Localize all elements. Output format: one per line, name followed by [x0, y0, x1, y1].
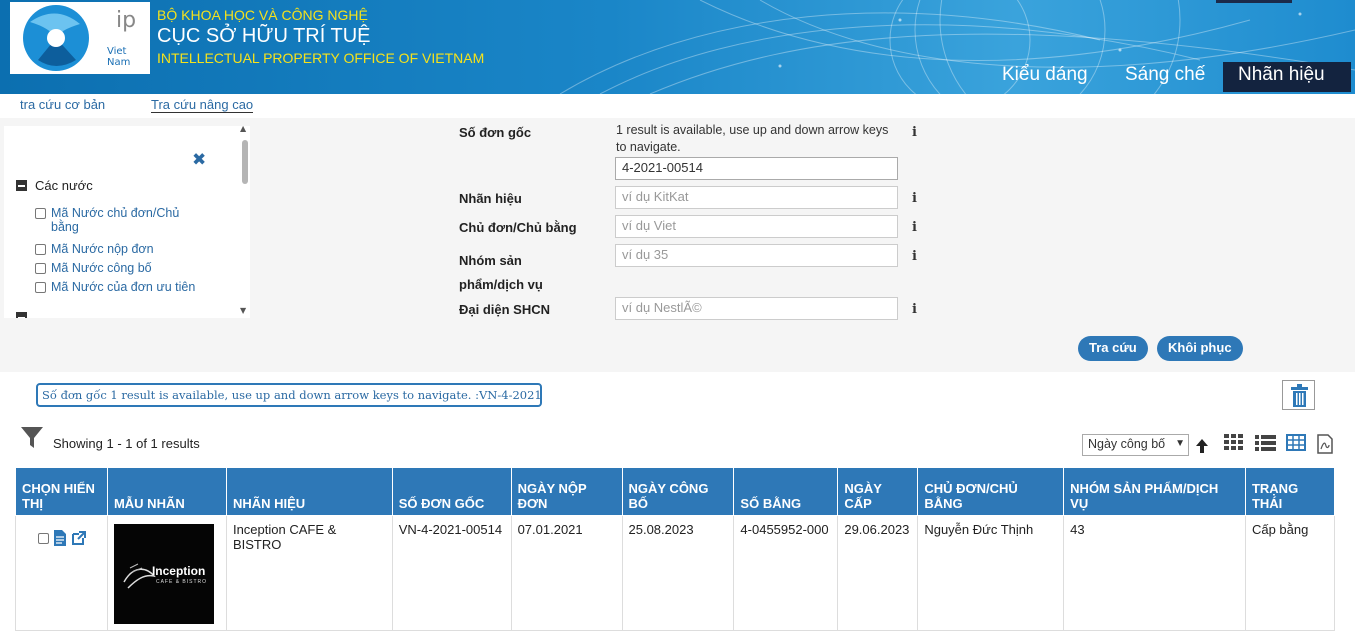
- label-owner: Chủ đơn/Chủ bằng: [459, 220, 577, 235]
- trademark-logo-image[interactable]: Inception CAFE & BISTRO: [113, 524, 214, 624]
- filter-item-publication-country[interactable]: Mã Nước công bố: [35, 261, 152, 275]
- application-number-cell[interactable]: VN-4-2021-00514: [391, 515, 512, 631]
- office-name: CỤC SỞ HỮU TRÍ TUỆ: [157, 25, 371, 47]
- list-view-icon[interactable]: [1255, 434, 1276, 452]
- representative-input[interactable]: ví dụ NestlÃ©: [615, 297, 898, 320]
- filter-item-label[interactable]: Mã Nước chủ đơn/Chủ bằng: [51, 206, 201, 234]
- label-trademark: Nhãn hiệu: [459, 191, 522, 206]
- table-view-icon[interactable]: [1286, 434, 1306, 452]
- col-trademark[interactable]: NHÃN HIỆU: [225, 467, 393, 516]
- trash-icon: [1291, 384, 1308, 407]
- col-select-display: CHỌN HIỂN THỊ: [15, 467, 108, 516]
- info-icon[interactable]: i: [912, 249, 917, 264]
- sort-select[interactable]: Ngày công bố ▼: [1082, 434, 1189, 456]
- owner-input[interactable]: ví dụ Viet: [615, 215, 898, 238]
- mark-subtext: CAFE & BISTRO: [155, 579, 208, 585]
- site-header: ip Viet Nam BỘ KHOA HỌC VÀ CÔNG NGHỆ CỤC…: [0, 0, 1355, 94]
- pdf-icon[interactable]: [1316, 434, 1334, 454]
- grant-date-cell: 29.06.2023: [837, 515, 919, 631]
- active-filter-chip: Số đơn gốc 1 result is available, use up…: [36, 383, 542, 407]
- autocomplete-hint: 1 result is available, use up and down a…: [616, 123, 889, 154]
- col-mark-image: MẪU NHÃN: [106, 467, 227, 516]
- filter-item-label[interactable]: Mã Nước của đơn ưu tiên: [51, 280, 195, 294]
- filter-item-label[interactable]: Mã Nước nộp đơn: [51, 242, 154, 256]
- filter-item-filing-country[interactable]: Mã Nước nộp đơn: [35, 242, 154, 256]
- results-count: Showing 1 - 1 of 1 results: [53, 436, 200, 451]
- scroll-thumb[interactable]: [242, 140, 248, 184]
- row-checkbox[interactable]: [38, 532, 49, 544]
- filter-item-priority-country[interactable]: Mã Nước của đơn ưu tiên: [35, 280, 195, 294]
- filter-item-owner-country[interactable]: Mã Nước chủ đơn/Chủ bằng: [35, 206, 205, 234]
- tab-nhan-hieu[interactable]: Nhãn hiệu: [1223, 62, 1351, 92]
- search-button[interactable]: Tra cứu: [1078, 336, 1148, 361]
- checkbox[interactable]: [35, 244, 46, 255]
- logo-country-text: Viet Nam: [107, 46, 131, 68]
- checkbox[interactable]: [35, 208, 46, 219]
- table-header-row: CHỌN HIỂN THỊ MẪU NHÃN NHÃN HIỆU SỐ ĐƠN …: [15, 467, 1336, 516]
- mark-text: Inception: [151, 564, 206, 578]
- document-icon[interactable]: [53, 530, 67, 546]
- filing-date-cell: 07.01.2021: [510, 515, 623, 631]
- grid-view-icon[interactable]: [1224, 434, 1244, 452]
- label-ip-representative: Đại diện SHCN: [459, 302, 551, 317]
- ministry-name: BỘ KHOA HỌC VÀ CÔNG NGHỆ: [157, 7, 368, 23]
- scroll-down-icon[interactable]: ▼: [240, 306, 246, 315]
- arrow-up-icon[interactable]: [1194, 438, 1210, 454]
- results-table: CHỌN HIỂN THỊ MẪU NHÃN NHÃN HIỆU SỐ ĐƠN …: [15, 467, 1336, 631]
- application-number-input[interactable]: 4-2021-00514: [615, 157, 898, 180]
- table-row[interactable]: Inception CAFE & BISTRO Inception CAFE &…: [15, 515, 1336, 631]
- col-goods-services-class[interactable]: NHÓM SẢN PHẨM/DỊCH VỤ: [1063, 467, 1246, 516]
- col-certificate-number[interactable]: SỐ BẰNG: [733, 467, 839, 516]
- col-publication-date[interactable]: NGÀY CÔNG BỐ: [621, 467, 735, 516]
- info-icon[interactable]: i: [912, 191, 917, 206]
- sidebar-scrollbar[interactable]: ▲ ▼: [240, 126, 250, 318]
- certificate-number-cell: 4-0455952-000: [733, 515, 839, 631]
- close-icon[interactable]: ✖: [192, 150, 206, 170]
- office-name-english: INTELLECTUAL PROPERTY OFFICE OF VIETNAM: [157, 50, 485, 66]
- info-icon[interactable]: i: [912, 125, 917, 140]
- publication-date-cell: 25.08.2023: [621, 515, 735, 631]
- class-cell: 43: [1063, 515, 1246, 631]
- external-link-icon[interactable]: [71, 530, 87, 546]
- filter-sidebar: ✖ Các nước Mã Nước chủ đơn/Chủ bằng Mã N…: [4, 126, 250, 318]
- checkbox[interactable]: [35, 282, 46, 293]
- status-cell: Cấp bằng: [1244, 515, 1336, 631]
- label-goods-services-class: Nhóm sản phẩm/dịch vụ: [459, 253, 543, 292]
- tab-sang-che[interactable]: Sáng chế: [1117, 62, 1213, 92]
- subtab-basic-search[interactable]: tra cứu cơ bản: [20, 97, 105, 112]
- info-icon[interactable]: i: [912, 302, 917, 317]
- next-group-icon[interactable]: [16, 312, 27, 318]
- owner-cell: Nguyễn Đức Thịnh: [917, 515, 1065, 631]
- col-filing-date[interactable]: NGÀY NỘP ĐƠN: [510, 467, 623, 516]
- filter-item-label[interactable]: Mã Nước công bố: [51, 261, 152, 275]
- select-cell: [15, 515, 108, 631]
- col-owner[interactable]: CHỦ ĐƠN/CHỦ BẰNG: [917, 467, 1065, 516]
- class-input[interactable]: ví dụ 35: [615, 244, 898, 267]
- trademark-cell[interactable]: Inception CAFE & BISTRO: [225, 515, 393, 631]
- reset-button[interactable]: Khôi phục: [1157, 336, 1243, 361]
- funnel-icon[interactable]: [20, 426, 44, 450]
- mark-image-cell: Inception CAFE & BISTRO: [106, 515, 227, 631]
- filter-group-label: Các nước: [35, 178, 93, 193]
- trademark-input[interactable]: ví dụ KitKat: [615, 186, 898, 209]
- collapse-icon[interactable]: [16, 180, 27, 191]
- filter-group-countries[interactable]: Các nước: [16, 178, 93, 193]
- logo-ip-text: ip: [116, 8, 137, 33]
- col-grant-date[interactable]: NGÀY CẤP: [837, 467, 919, 516]
- checkbox[interactable]: [35, 263, 46, 274]
- info-icon[interactable]: i: [912, 220, 917, 235]
- office-logo[interactable]: ip Viet Nam: [10, 2, 150, 74]
- subtab-advanced-search[interactable]: Tra cứu nâng cao: [151, 97, 254, 113]
- active-filter-text: Số đơn gốc 1 result is available, use up…: [42, 388, 542, 402]
- chevron-down-icon: ▼: [1175, 438, 1185, 449]
- sort-select-value: Ngày công bố: [1088, 437, 1166, 451]
- col-application-number[interactable]: SỐ ĐƠN GỐC: [391, 467, 512, 516]
- col-status[interactable]: TRẠNG THÁI: [1244, 467, 1336, 516]
- clear-filters-button[interactable]: [1282, 380, 1315, 410]
- label-application-number: Số đơn gốc: [459, 125, 532, 140]
- tab-kieu-dang[interactable]: Kiểu dáng: [994, 62, 1096, 92]
- logo-emblem-icon: [23, 5, 89, 71]
- scroll-up-icon[interactable]: ▲: [240, 126, 246, 133]
- header-top-accent: [1216, 0, 1292, 3]
